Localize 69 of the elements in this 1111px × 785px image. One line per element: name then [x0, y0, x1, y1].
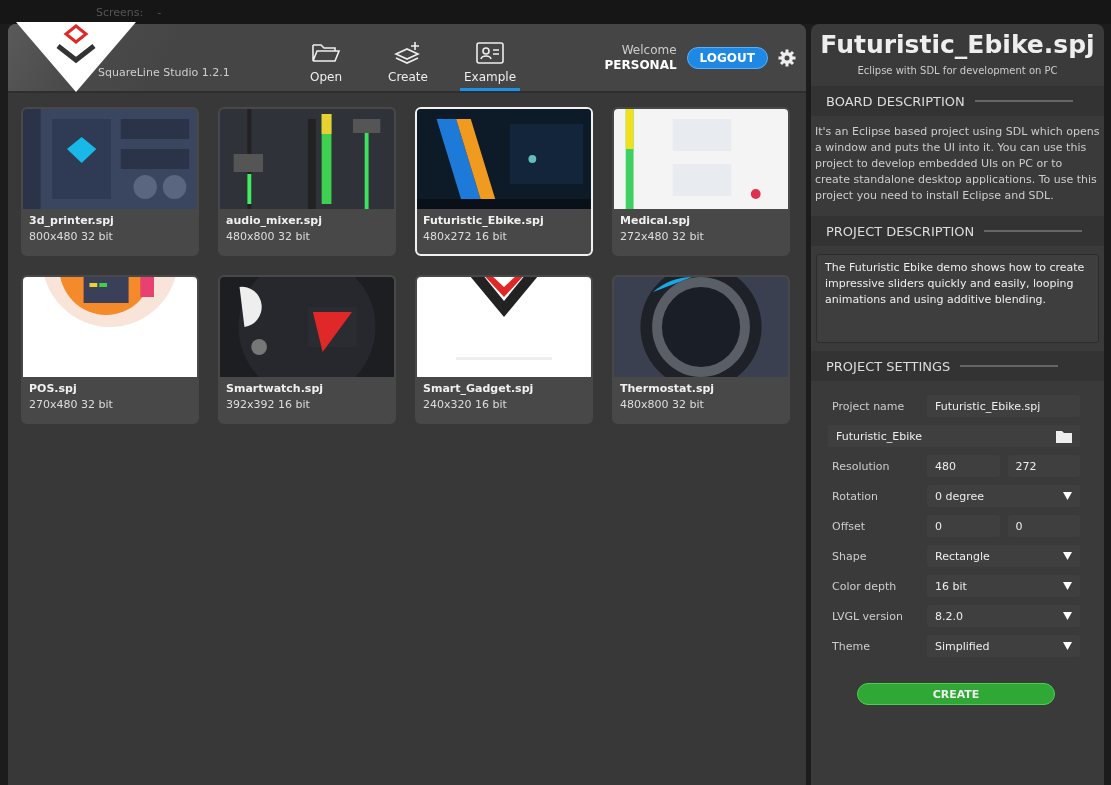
field-label: Resolution — [832, 459, 891, 473]
project-info: 270x480 32 bit — [29, 398, 114, 411]
field-label: Offset — [832, 519, 867, 533]
dropdown[interactable]: Simplified — [927, 635, 1080, 657]
dropdown[interactable]: Rectangle — [927, 545, 1080, 567]
caret-icon — [1063, 642, 1072, 650]
dropdown[interactable]: 0 degree — [927, 485, 1080, 507]
section-heading: PROJECT SETTINGS — [826, 358, 951, 374]
logout-button[interactable]: LOGOUT — [686, 46, 768, 69]
project-card[interactable]: POS.spj 270x480 32 bit — [21, 275, 199, 424]
project-name: Thermostat.spj — [620, 382, 716, 395]
number-field[interactable]: 0 — [927, 515, 1000, 537]
project-name: Smartwatch.spj — [226, 382, 325, 395]
project-info: 392x392 16 bit — [226, 398, 311, 411]
toolbar-label: Screens: — [96, 5, 144, 19]
project-card[interactable]: Smartwatch.spj 392x392 16 bit — [218, 275, 396, 424]
project-info: 272x480 32 bit — [620, 230, 705, 243]
field-label: Color depth — [832, 579, 898, 593]
field-label: LVGL version — [832, 609, 904, 623]
number-field[interactable]: 480 — [927, 455, 1000, 477]
caret-icon — [1063, 552, 1072, 560]
board-description: It's an Eclipse based project using SDL which opens a window and puts the UI into it. You can use this project to develop embedded UIs on PC or to create standalone desktop applications. To use this project you need to install Eclipse and SDL. — [814, 124, 1101, 204]
project-subtitle: Eclipse with SDL for development on PC — [856, 64, 1059, 78]
nav-tab[interactable]: Create — [378, 33, 438, 91]
project-name: Medical.spj — [620, 214, 692, 227]
project-info: 240x320 16 bit — [423, 398, 508, 411]
folder-icon[interactable] — [1056, 429, 1072, 443]
field-label: Theme — [832, 639, 871, 653]
path-field[interactable]: Futuristic_Ebike — [828, 425, 1080, 447]
contact-card-icon — [475, 41, 505, 65]
toolbar-value: - — [157, 5, 162, 19]
project-card[interactable]: Smart_Gadget.spj 240x320 16 bit — [415, 275, 593, 424]
caret-icon — [1063, 582, 1072, 590]
project-name: Smart_Gadget.spj — [423, 382, 535, 395]
dropdown[interactable]: 8.2.0 — [927, 605, 1080, 627]
number-field[interactable]: 0 — [1007, 515, 1080, 537]
number-field[interactable]: 272 — [1007, 455, 1080, 477]
field-label: Project name — [832, 399, 906, 413]
caret-icon — [1063, 612, 1072, 620]
description-field[interactable]: The Futuristic Ebike demo shows how to create impressive sliders quickly and easily, looping animations and using additive blending. — [816, 254, 1099, 343]
nav-tab[interactable]: Open — [296, 33, 356, 91]
caret-icon — [1063, 492, 1072, 500]
text-field[interactable]: Futuristic_Ebike.spj — [927, 395, 1080, 417]
project-card[interactable]: Medical.spj 272x480 32 bit — [612, 107, 790, 256]
project-name: 3d_printer.spj — [29, 214, 115, 227]
project-card[interactable]: Thermostat.spj 480x800 32 bit — [612, 275, 790, 424]
nav-tab[interactable]: Example — [460, 33, 520, 91]
project-card[interactable]: Futuristic_Ebike.spj 480x272 16 bit — [415, 107, 593, 256]
settings-icon[interactable] — [778, 48, 796, 67]
project-title: Futuristic_Ebike.spj — [819, 29, 1096, 59]
folder-icon — [311, 41, 341, 65]
project-card[interactable]: 3d_printer.spj 800x480 32 bit — [21, 107, 199, 256]
section-heading: BOARD DESCRIPTION — [826, 93, 965, 109]
dropdown[interactable]: 16 bit — [927, 575, 1080, 597]
field-label: Shape — [832, 549, 868, 563]
project-info: 480x800 32 bit — [226, 230, 311, 243]
user-name: PERSONAL — [604, 57, 677, 73]
project-name: POS.spj — [29, 382, 78, 395]
field-label: Rotation — [832, 489, 879, 503]
welcome-text: Welcome — [621, 42, 677, 58]
project-name: audio_mixer.spj — [226, 214, 323, 227]
project-info: 480x800 32 bit — [620, 398, 705, 411]
project-name: Futuristic_Ebike.spj — [423, 214, 545, 227]
path-text: Futuristic_Ebike — [836, 429, 922, 443]
section-heading: PROJECT DESCRIPTION — [826, 223, 975, 239]
app-name: SquareLine Studio 1.2.1 — [98, 66, 230, 79]
project-card[interactable]: audio_mixer.spj 480x800 32 bit — [218, 107, 396, 256]
project-info: 480x272 16 bit — [423, 230, 508, 243]
project-info: 800x480 32 bit — [29, 230, 114, 243]
